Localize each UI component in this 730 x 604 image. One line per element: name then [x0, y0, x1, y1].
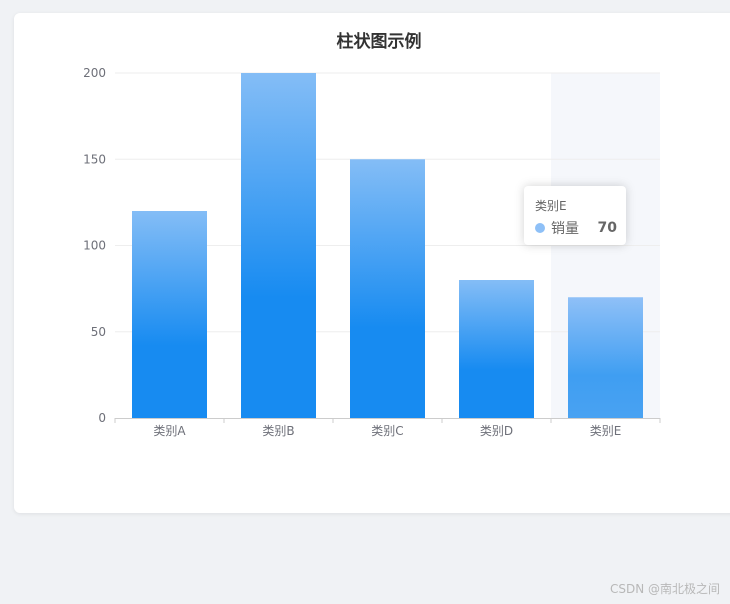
watermark: CSDN @南北极之间: [609, 582, 720, 596]
x-category-label: 类别B: [262, 424, 294, 438]
bar-类别C[interactable]: [350, 159, 425, 418]
y-tick-label: 150: [83, 152, 106, 166]
bar-chart[interactable]: 0 50 100 150 200 类别A 类别B 类别C 类别D 类别E: [0, 0, 730, 604]
y-tick-label: 50: [91, 325, 106, 339]
x-category-label: 类别E: [590, 424, 622, 438]
y-tick-label: 100: [83, 239, 106, 253]
x-category-label: 类别C: [371, 424, 403, 438]
series-marker-icon: [535, 223, 545, 233]
y-tick-label: 200: [83, 66, 106, 80]
tooltip-row: 销量 70: [535, 219, 617, 237]
x-category-label: 类别D: [480, 424, 513, 438]
bar-类别A[interactable]: [132, 211, 207, 418]
x-category-label: 类别A: [153, 424, 186, 438]
tooltip-series-name: 销量: [551, 221, 579, 237]
tooltip-category: 类别E: [535, 199, 567, 213]
y-tick-label: 0: [98, 411, 106, 425]
chart-tooltip: 类别E 销量 70: [524, 186, 626, 245]
tooltip-value: 70: [597, 220, 617, 236]
bar-类别D[interactable]: [459, 280, 534, 418]
bar-类别B[interactable]: [241, 73, 316, 418]
bar-类别E[interactable]: [568, 297, 643, 418]
